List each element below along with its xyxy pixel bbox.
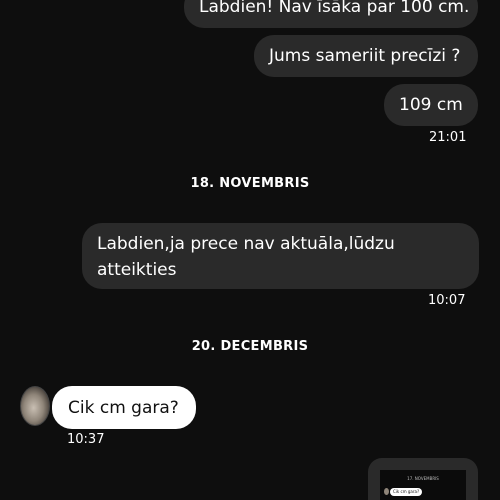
screenshot-thumbnail: 17. NOVEMBRIS Cik cm gara? (380, 470, 466, 500)
chat-thread: Labdien! Nav īsāka par 100 cm. Jums same… (0, 0, 500, 500)
date-separator: 20. DECEMBRIS (191, 339, 309, 354)
message-text: Labdien,ja prece nav aktuāla,lūdzu attei… (97, 234, 395, 280)
thumbnail-date-text: 17. NOVEMBRIS (407, 476, 439, 481)
date-separator: 18. NOVEMBRIS (190, 176, 310, 191)
message-bubble-outgoing[interactable]: 109 cm (384, 84, 478, 126)
message-bubble-outgoing[interactable]: Labdien! Nav īsāka par 100 cm. (184, 0, 478, 28)
message-bubble-outgoing[interactable]: Jums sameriit precīzi ? (254, 35, 478, 77)
message-bubble-incoming[interactable]: Cik cm gara? (52, 386, 196, 429)
message-bubble-outgoing[interactable]: Labdien,ja prece nav aktuāla,lūdzu attei… (82, 223, 479, 289)
message-text: Jums sameriit precīzi ? (269, 46, 461, 66)
message-text: Labdien! Nav īsāka par 100 cm. (199, 0, 470, 17)
message-text: Cik cm gara? (68, 398, 179, 418)
message-timestamp: 10:07 (428, 293, 466, 308)
message-timestamp: 10:37 (67, 432, 105, 447)
message-text: 109 cm (399, 95, 463, 115)
message-timestamp: 21:01 (429, 130, 467, 145)
contact-avatar[interactable] (20, 386, 50, 426)
thumbnail-message-text: Cik cm gara? (390, 488, 423, 496)
thumbnail-avatar (384, 488, 389, 495)
image-attachment-bubble[interactable]: 17. NOVEMBRIS Cik cm gara? (368, 458, 478, 500)
